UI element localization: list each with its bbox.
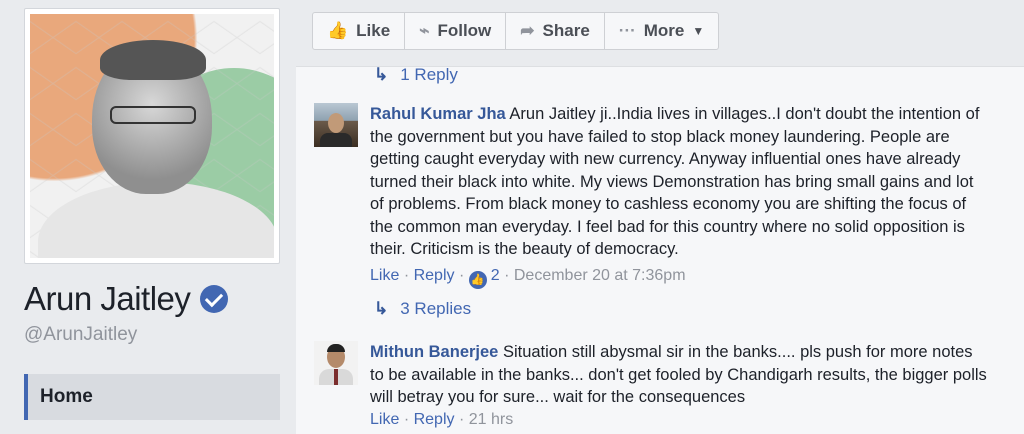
view-replies-label: 1 Reply: [400, 65, 458, 84]
portrait-hair: [100, 40, 206, 80]
page-action-bar: 👍 Like ⌁ Follow ➦ Share ··· More ▼: [312, 12, 720, 50]
rss-icon: ⌁: [419, 21, 430, 40]
portrait-glasses: [110, 106, 196, 124]
comment: Rahul Kumar Jha Arun Jaitley ji..India l…: [314, 103, 1014, 293]
comment: Mithun Banerjee Situation still abysmal …: [314, 341, 1014, 434]
like-count[interactable]: 2: [491, 267, 500, 284]
page-title[interactable]: Arun Jaitley: [24, 280, 191, 318]
like-reaction-icon[interactable]: 👍: [468, 271, 487, 289]
follow-button-label: Follow: [437, 21, 492, 40]
profile-picture[interactable]: [30, 14, 274, 258]
view-replies-link[interactable]: ↳ 1 Reply: [374, 65, 458, 85]
comment-reply-link[interactable]: Reply: [414, 411, 455, 428]
avatar-shirt: [320, 133, 352, 147]
comment-author[interactable]: Mithun Banerjee: [370, 343, 498, 361]
view-replies-link[interactable]: ↳ 3 Replies: [374, 299, 471, 319]
avatar[interactable]: [314, 341, 358, 385]
nav-item-home-label: Home: [40, 386, 93, 407]
share-arrow-icon: ➦: [520, 21, 535, 40]
comment-meta: Like · Reply · 21 hrs: [370, 411, 514, 428]
page-title-row: Arun Jaitley: [24, 280, 229, 318]
chevron-down-icon: ▼: [692, 24, 705, 38]
like-button-label: Like: [356, 21, 391, 40]
comment-timestamp[interactable]: December 20 at 7:36pm: [514, 267, 686, 284]
follow-button[interactable]: ⌁ Follow: [404, 12, 507, 50]
reply-arrow-icon: ↳: [374, 299, 389, 318]
reply-arrow-icon: ↳: [374, 65, 389, 84]
nav-item-home[interactable]: Home: [24, 374, 280, 420]
share-button[interactable]: ➦ Share: [505, 12, 605, 50]
view-replies-label: 3 Replies: [400, 299, 472, 318]
left-column: Arun Jaitley @ArunJaitley Home: [0, 0, 296, 434]
comment-body: Rahul Kumar Jha Arun Jaitley ji..India l…: [370, 103, 990, 261]
comment-like-link[interactable]: Like: [370, 267, 399, 284]
comment-reply-link[interactable]: Reply: [414, 267, 455, 284]
avatar-hair: [327, 344, 345, 352]
more-button[interactable]: ··· More ▼: [603, 12, 720, 50]
thumbs-up-icon: 👍: [327, 21, 349, 40]
avatar-face: [328, 113, 344, 133]
comment-like-link[interactable]: Like: [370, 411, 399, 428]
comment-timestamp[interactable]: 21 hrs: [469, 411, 513, 428]
comment-meta: Like · Reply · 👍 2 · December 20 at 7:36p…: [370, 267, 686, 289]
comment-author[interactable]: Rahul Kumar Jha: [370, 105, 506, 123]
more-dots-icon: ···: [618, 21, 636, 40]
avatar-tie: [334, 369, 338, 385]
more-button-label: More: [643, 21, 685, 40]
like-button[interactable]: 👍 Like: [312, 12, 406, 50]
share-button-label: Share: [542, 21, 590, 40]
comment-body: Mithun Banerjee Situation still abysmal …: [370, 341, 990, 409]
comment-text: Arun Jaitley ji..India lives in villages…: [370, 105, 980, 258]
comments-feed: ↳ 1 Reply Rahul Kumar Jha Arun Jaitley ji…: [296, 65, 1024, 434]
profile-picture-frame[interactable]: [24, 8, 280, 264]
avatar[interactable]: [314, 103, 358, 147]
page-handle[interactable]: @ArunJaitley: [24, 324, 137, 346]
verified-badge-icon: [200, 285, 229, 313]
